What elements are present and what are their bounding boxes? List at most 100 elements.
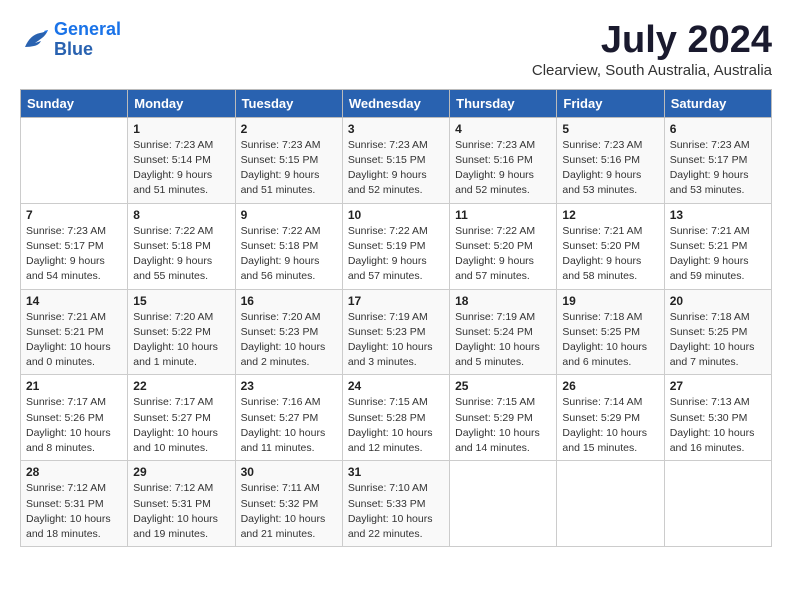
logo: General Blue xyxy=(20,20,121,60)
day-number: 24 xyxy=(348,379,444,393)
calendar-cell: 2 Sunrise: 7:23 AM Sunset: 5:15 PM Daylig… xyxy=(235,117,342,203)
header-day-thursday: Thursday xyxy=(450,89,557,117)
header-day-wednesday: Wednesday xyxy=(342,89,449,117)
calendar-week-2: 7 Sunrise: 7:23 AM Sunset: 5:17 PM Daylig… xyxy=(21,203,772,289)
calendar-cell: 16 Sunrise: 7:20 AM Sunset: 5:23 PM Dayli… xyxy=(235,289,342,375)
day-number: 10 xyxy=(348,208,444,222)
day-info: Sunrise: 7:15 AM Sunset: 5:28 PM Dayligh… xyxy=(348,395,444,456)
calendar-subtitle: Clearview, South Australia, Australia xyxy=(532,62,772,79)
day-info: Sunrise: 7:21 AM Sunset: 5:21 PM Dayligh… xyxy=(670,224,766,285)
calendar-cell: 1Sunrise: 7:23 AM Sunset: 5:14 PM Daylig… xyxy=(128,117,235,203)
day-info: Sunrise: 7:15 AM Sunset: 5:29 PM Dayligh… xyxy=(455,395,551,456)
day-info: Sunrise: 7:23 AM Sunset: 5:16 PM Dayligh… xyxy=(562,138,658,199)
day-number: 20 xyxy=(670,294,766,308)
calendar-cell: 12 Sunrise: 7:21 AM Sunset: 5:20 PM Dayli… xyxy=(557,203,664,289)
day-number: 12 xyxy=(562,208,658,222)
calendar-cell: 3 Sunrise: 7:23 AM Sunset: 5:15 PM Daylig… xyxy=(342,117,449,203)
day-number: 17 xyxy=(348,294,444,308)
calendar-cell: 25Sunrise: 7:15 AM Sunset: 5:29 PM Dayli… xyxy=(450,375,557,461)
header-day-saturday: Saturday xyxy=(664,89,771,117)
day-number: 6 xyxy=(670,122,766,136)
calendar-cell: 22Sunrise: 7:17 AM Sunset: 5:27 PM Dayli… xyxy=(128,375,235,461)
day-info: Sunrise: 7:20 AM Sunset: 5:22 PM Dayligh… xyxy=(133,310,229,371)
day-info: Sunrise: 7:23 AM Sunset: 5:15 PM Dayligh… xyxy=(348,138,444,199)
calendar-week-1: 1Sunrise: 7:23 AM Sunset: 5:14 PM Daylig… xyxy=(21,117,772,203)
calendar-cell: 29Sunrise: 7:12 AM Sunset: 5:31 PM Dayli… xyxy=(128,461,235,547)
calendar-cell: 11Sunrise: 7:22 AM Sunset: 5:20 PM Dayli… xyxy=(450,203,557,289)
header-day-sunday: Sunday xyxy=(21,89,128,117)
day-info: Sunrise: 7:23 AM Sunset: 5:16 PM Dayligh… xyxy=(455,138,551,199)
day-number: 27 xyxy=(670,379,766,393)
day-info: Sunrise: 7:23 AM Sunset: 5:14 PM Dayligh… xyxy=(133,138,229,199)
day-info: Sunrise: 7:16 AM Sunset: 5:27 PM Dayligh… xyxy=(241,395,337,456)
calendar-week-4: 21 Sunrise: 7:17 AM Sunset: 5:26 PM Dayli… xyxy=(21,375,772,461)
title-area: July 2024 Clearview, South Australia, Au… xyxy=(532,20,772,79)
day-info: Sunrise: 7:19 AM Sunset: 5:23 PM Dayligh… xyxy=(348,310,444,371)
day-number: 4 xyxy=(455,122,551,136)
header-day-friday: Friday xyxy=(557,89,664,117)
calendar-cell: 5 Sunrise: 7:23 AM Sunset: 5:16 PM Daylig… xyxy=(557,117,664,203)
day-number: 15 xyxy=(133,294,229,308)
calendar-week-3: 14 Sunrise: 7:21 AM Sunset: 5:21 PM Dayli… xyxy=(21,289,772,375)
day-info: Sunrise: 7:23 AM Sunset: 5:17 PM Dayligh… xyxy=(670,138,766,199)
day-number: 14 xyxy=(26,294,122,308)
day-info: Sunrise: 7:20 AM Sunset: 5:23 PM Dayligh… xyxy=(241,310,337,371)
day-number: 16 xyxy=(241,294,337,308)
calendar-cell: 13 Sunrise: 7:21 AM Sunset: 5:21 PM Dayli… xyxy=(664,203,771,289)
day-number: 2 xyxy=(241,122,337,136)
calendar-cell: 20 Sunrise: 7:18 AM Sunset: 5:25 PM Dayli… xyxy=(664,289,771,375)
calendar-title: July 2024 xyxy=(532,20,772,62)
calendar-cell: 19Sunrise: 7:18 AM Sunset: 5:25 PM Dayli… xyxy=(557,289,664,375)
day-number: 26 xyxy=(562,379,658,393)
day-info: Sunrise: 7:18 AM Sunset: 5:25 PM Dayligh… xyxy=(670,310,766,371)
day-number: 21 xyxy=(26,379,122,393)
calendar-cell: 9 Sunrise: 7:22 AM Sunset: 5:18 PM Daylig… xyxy=(235,203,342,289)
day-info: Sunrise: 7:11 AM Sunset: 5:32 PM Dayligh… xyxy=(241,481,337,542)
calendar-cell: 24 Sunrise: 7:15 AM Sunset: 5:28 PM Dayli… xyxy=(342,375,449,461)
day-number: 18 xyxy=(455,294,551,308)
day-number: 3 xyxy=(348,122,444,136)
day-number: 28 xyxy=(26,465,122,479)
calendar-cell xyxy=(664,461,771,547)
calendar-header-row: SundayMondayTuesdayWednesdayThursdayFrid… xyxy=(21,89,772,117)
day-number: 30 xyxy=(241,465,337,479)
calendar-cell: 21 Sunrise: 7:17 AM Sunset: 5:26 PM Dayli… xyxy=(21,375,128,461)
logo-text: General Blue xyxy=(54,20,121,60)
calendar-cell: 30 Sunrise: 7:11 AM Sunset: 5:32 PM Dayli… xyxy=(235,461,342,547)
day-info: Sunrise: 7:12 AM Sunset: 5:31 PM Dayligh… xyxy=(26,481,122,542)
day-info: Sunrise: 7:13 AM Sunset: 5:30 PM Dayligh… xyxy=(670,395,766,456)
day-number: 13 xyxy=(670,208,766,222)
calendar-week-5: 28 Sunrise: 7:12 AM Sunset: 5:31 PM Dayli… xyxy=(21,461,772,547)
calendar-cell: 18Sunrise: 7:19 AM Sunset: 5:24 PM Dayli… xyxy=(450,289,557,375)
day-info: Sunrise: 7:22 AM Sunset: 5:20 PM Dayligh… xyxy=(455,224,551,285)
day-number: 5 xyxy=(562,122,658,136)
calendar-cell: 17 Sunrise: 7:19 AM Sunset: 5:23 PM Dayli… xyxy=(342,289,449,375)
calendar-cell xyxy=(21,117,128,203)
day-info: Sunrise: 7:22 AM Sunset: 5:19 PM Dayligh… xyxy=(348,224,444,285)
calendar-cell xyxy=(557,461,664,547)
day-info: Sunrise: 7:17 AM Sunset: 5:26 PM Dayligh… xyxy=(26,395,122,456)
calendar-cell: 8Sunrise: 7:22 AM Sunset: 5:18 PM Daylig… xyxy=(128,203,235,289)
day-number: 31 xyxy=(348,465,444,479)
calendar-cell: 23 Sunrise: 7:16 AM Sunset: 5:27 PM Dayli… xyxy=(235,375,342,461)
day-info: Sunrise: 7:23 AM Sunset: 5:17 PM Dayligh… xyxy=(26,224,122,285)
calendar-cell: 10 Sunrise: 7:22 AM Sunset: 5:19 PM Dayli… xyxy=(342,203,449,289)
day-info: Sunrise: 7:21 AM Sunset: 5:21 PM Dayligh… xyxy=(26,310,122,371)
day-number: 7 xyxy=(26,208,122,222)
day-info: Sunrise: 7:18 AM Sunset: 5:25 PM Dayligh… xyxy=(562,310,658,371)
day-info: Sunrise: 7:22 AM Sunset: 5:18 PM Dayligh… xyxy=(241,224,337,285)
day-number: 23 xyxy=(241,379,337,393)
header-day-tuesday: Tuesday xyxy=(235,89,342,117)
day-info: Sunrise: 7:21 AM Sunset: 5:20 PM Dayligh… xyxy=(562,224,658,285)
day-info: Sunrise: 7:14 AM Sunset: 5:29 PM Dayligh… xyxy=(562,395,658,456)
logo-icon xyxy=(20,25,50,55)
day-info: Sunrise: 7:23 AM Sunset: 5:15 PM Dayligh… xyxy=(241,138,337,199)
calendar-cell xyxy=(450,461,557,547)
calendar-cell: 27 Sunrise: 7:13 AM Sunset: 5:30 PM Dayli… xyxy=(664,375,771,461)
calendar-cell: 6 Sunrise: 7:23 AM Sunset: 5:17 PM Daylig… xyxy=(664,117,771,203)
page-header: General Blue July 2024 Clearview, South … xyxy=(20,20,772,79)
day-number: 9 xyxy=(241,208,337,222)
day-number: 29 xyxy=(133,465,229,479)
calendar-cell: 4 Sunrise: 7:23 AM Sunset: 5:16 PM Daylig… xyxy=(450,117,557,203)
day-number: 8 xyxy=(133,208,229,222)
